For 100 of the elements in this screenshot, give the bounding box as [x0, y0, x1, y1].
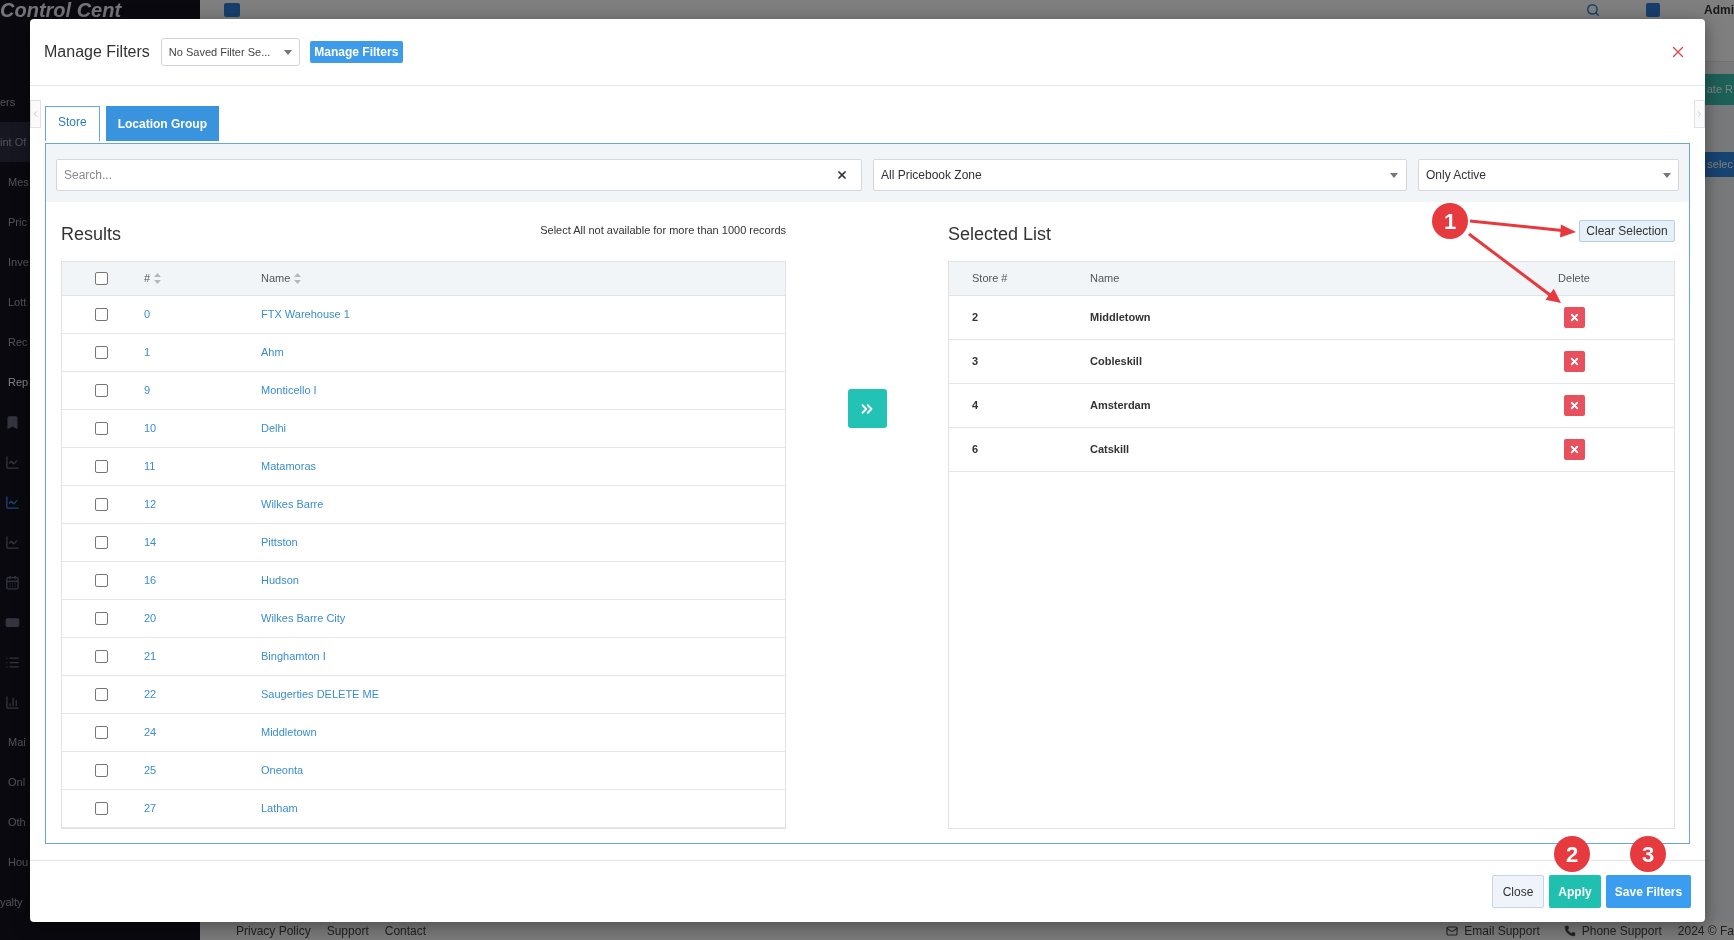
column-header[interactable]: #: [144, 270, 151, 287]
store-number-link[interactable]: 21: [144, 648, 157, 665]
store-number: 4: [972, 398, 979, 414]
store-name-link[interactable]: Oneonta: [261, 762, 304, 779]
store-name-link[interactable]: Monticello I: [261, 382, 317, 399]
store-number-link[interactable]: 27: [144, 800, 157, 817]
sidebar-item[interactable]: Rec: [0, 322, 30, 362]
sidebar-item[interactable]: Mai: [0, 722, 30, 762]
close-icon: [1568, 400, 1580, 411]
close-icon: [1568, 444, 1580, 455]
store-name-link[interactable]: Ahm: [261, 344, 284, 361]
store-name-link[interactable]: Binghamton I: [261, 648, 326, 665]
saved-filter-dropdown[interactable]: No Saved Filter Se...: [160, 38, 300, 66]
sidebar-item[interactable]: Onl: [0, 762, 30, 802]
clear-icon[interactable]: [836, 169, 848, 181]
sidebar-item[interactable]: Mes: [0, 162, 30, 202]
footer-link[interactable]: Support: [326, 924, 369, 938]
checkbox[interactable]: [94, 650, 108, 663]
store-name-link[interactable]: Latham: [261, 800, 298, 817]
delete-button[interactable]: [1563, 351, 1585, 372]
info-text: Select All not available for more than 1000 records: [540, 223, 786, 238]
checkbox[interactable]: [94, 612, 108, 625]
delete-button[interactable]: [1563, 439, 1585, 460]
store-name: Cobleskill: [1090, 354, 1142, 370]
page-button[interactable]: selec: [1704, 152, 1734, 177]
checkbox[interactable]: [94, 574, 108, 587]
checkbox[interactable]: [94, 308, 108, 321]
checkbox[interactable]: [94, 384, 108, 397]
checkbox[interactable]: [94, 422, 108, 435]
column-header[interactable]: Name: [261, 270, 291, 287]
caret-down-icon: [283, 49, 292, 55]
sidebar-item[interactable]: ers: [0, 82, 30, 122]
store-number-link[interactable]: 1: [144, 344, 151, 361]
section-title: Selected List: [948, 223, 1052, 246]
store-number-link[interactable]: 16: [144, 572, 157, 589]
store-name-link[interactable]: Delhi: [261, 420, 287, 437]
footer-link[interactable]: Privacy Policy: [236, 924, 311, 938]
footer-button[interactable]: Save Filters: [1606, 875, 1691, 908]
checkbox[interactable]: [94, 802, 108, 815]
delete-button[interactable]: [1563, 307, 1585, 328]
store-number-link[interactable]: 22: [144, 686, 157, 703]
store-name: Middletown: [1090, 310, 1151, 326]
store-name-link[interactable]: FTX Warehouse 1: [261, 306, 350, 323]
manage-filters-button[interactable]: Manage Filters: [309, 41, 403, 63]
clear-selection-button[interactable]: Clear Selection: [1579, 220, 1675, 242]
checkbox[interactable]: [94, 536, 108, 549]
store-number-link[interactable]: 20: [144, 610, 157, 627]
store-number-link[interactable]: 25: [144, 762, 157, 779]
checkbox[interactable]: [94, 726, 108, 739]
sidebar-item[interactable]: Inve: [0, 242, 30, 282]
store-name-link[interactable]: Pittston: [261, 534, 298, 551]
store-number-link[interactable]: 14: [144, 534, 157, 551]
footer-button[interactable]: Close: [1492, 875, 1544, 908]
footer-link[interactable]: Phone Support: [1581, 924, 1662, 938]
sidebar-item[interactable]: Rep: [0, 362, 30, 402]
store-name-link[interactable]: Saugerties DELETE ME: [261, 686, 379, 703]
sidebar-item[interactable]: Pric: [0, 202, 30, 242]
page-button[interactable]: ate R: [1704, 74, 1734, 105]
store-name-link[interactable]: Middletown: [261, 724, 317, 741]
store-number-link[interactable]: 9: [144, 382, 151, 399]
delete-button[interactable]: [1563, 395, 1585, 416]
store-name-link[interactable]: Wilkes Barre City: [261, 610, 346, 627]
store-name: Amsterdam: [1090, 398, 1151, 414]
store-name-link[interactable]: Matamoras: [261, 458, 317, 475]
checkbox[interactable]: [94, 460, 108, 473]
caret-down-icon: [1390, 172, 1398, 178]
store-number-link[interactable]: 24: [144, 724, 157, 741]
sidebar-item[interactable]: Oth: [0, 802, 30, 842]
store-number-link[interactable]: 10: [144, 420, 157, 437]
sidebar-item[interactable]: yalty: [0, 882, 30, 922]
store-number: 2: [972, 310, 979, 326]
sidebar-item[interactable]: Hou: [0, 842, 30, 882]
modal-title: Manage Filters: [44, 42, 150, 62]
footer-link[interactable]: Contact: [384, 924, 427, 938]
user-name[interactable]: Admi: [1704, 3, 1734, 17]
search-field[interactable]: Search...: [56, 159, 862, 191]
store-number-link[interactable]: 12: [144, 496, 157, 513]
sidebar-item[interactable]: Lott: [0, 282, 30, 322]
column-header: Store #: [972, 271, 1008, 287]
checkbox[interactable]: [94, 498, 108, 511]
phone-icon: [1563, 925, 1576, 937]
copyright-text: 2024 © Fa: [1677, 924, 1734, 938]
checkbox[interactable]: [94, 272, 108, 285]
tab[interactable]: Location Group: [105, 106, 219, 141]
close-icon: [1568, 312, 1580, 323]
status-select[interactable]: Only Active: [1418, 159, 1679, 191]
pricebook-zone-select[interactable]: All Pricebook Zone: [873, 159, 1407, 191]
footer-link[interactable]: Email Support: [1464, 924, 1540, 938]
search-icon[interactable]: [1586, 3, 1600, 17]
store-name-link[interactable]: Hudson: [261, 572, 299, 589]
store-number-link[interactable]: 11: [144, 458, 156, 475]
checkbox[interactable]: [94, 346, 108, 359]
checkbox[interactable]: [94, 764, 108, 777]
store-name: Catskill: [1090, 442, 1130, 458]
checkbox[interactable]: [94, 688, 108, 701]
store-name-link[interactable]: Wilkes Barre: [261, 496, 324, 513]
footer-button[interactable]: Apply: [1549, 875, 1601, 908]
store-number-link[interactable]: 0: [144, 306, 151, 323]
tab[interactable]: Store: [45, 106, 100, 141]
move-right-button[interactable]: [847, 389, 887, 428]
